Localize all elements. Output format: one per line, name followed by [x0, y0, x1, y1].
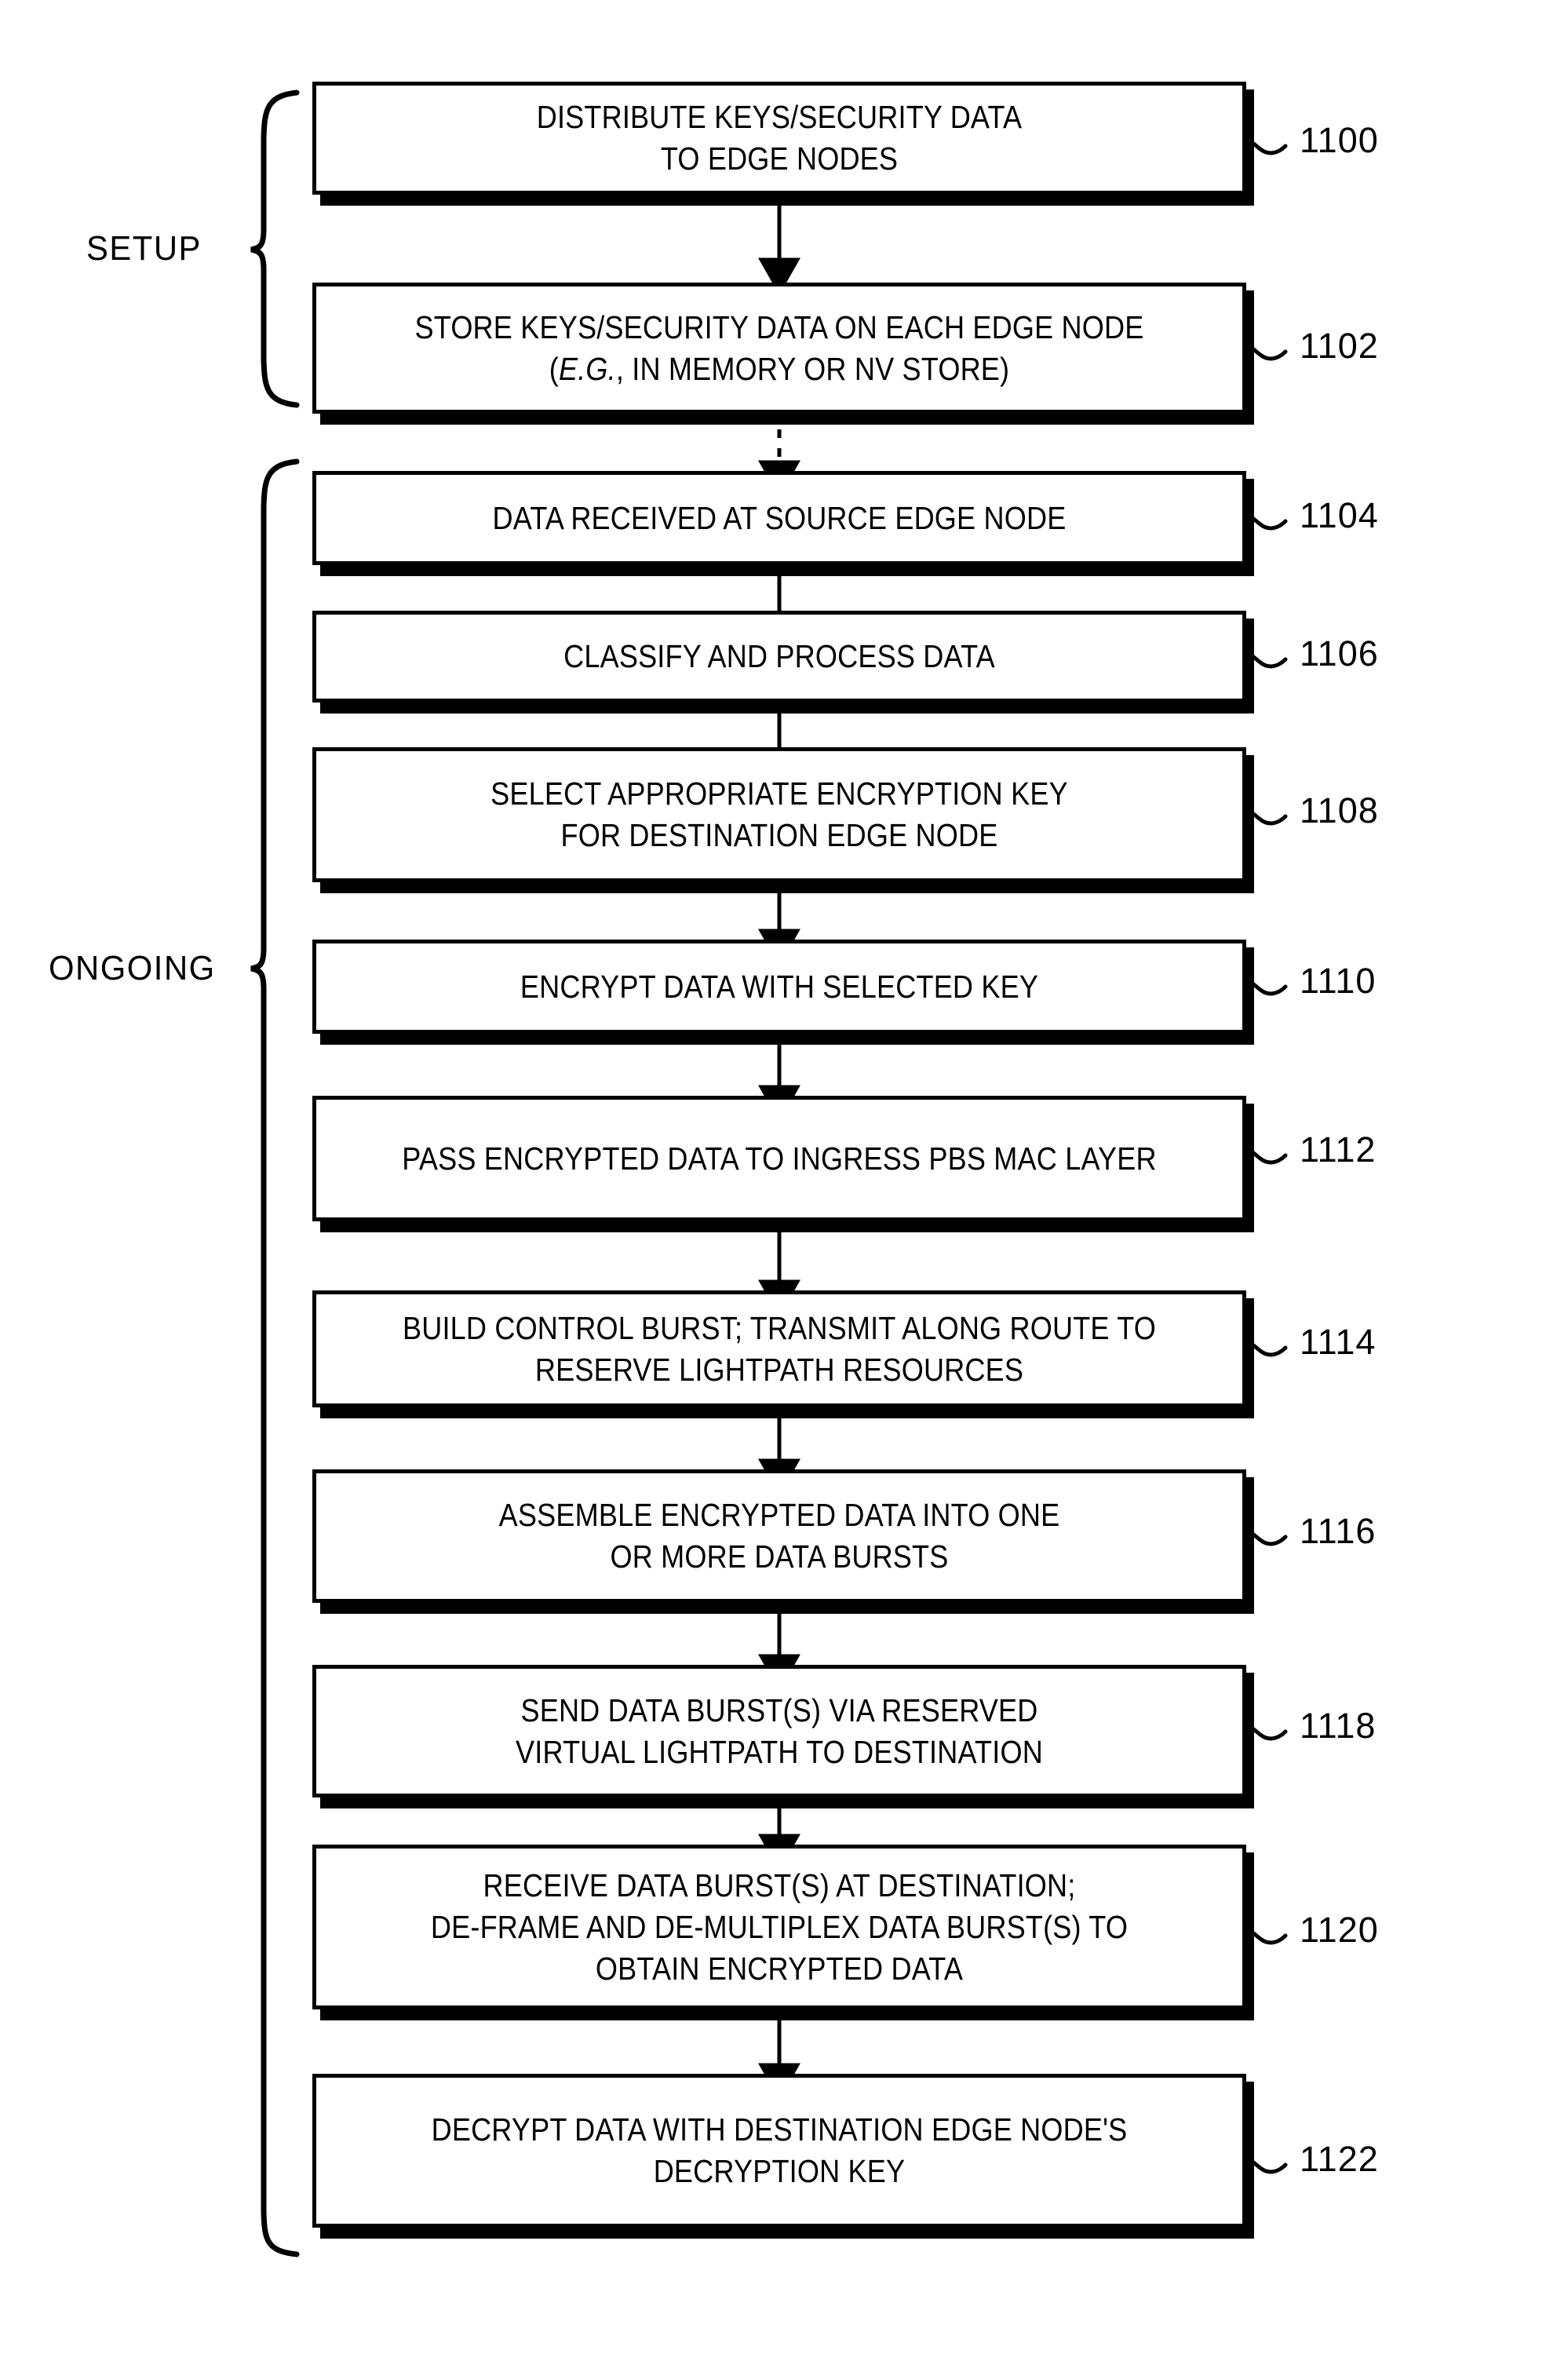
box-shadow [320, 703, 1254, 713]
ongoing-brace [250, 458, 300, 2257]
process-box-1122-text: DECRYPT DATA WITH DESTINATION EDGE NODE'… [368, 2074, 1190, 2228]
reference-numeral-1100: 1100 [1300, 120, 1379, 160]
process-box-1102-text: STORE KEYS/SECURITY DATA ON EACH EDGE NO… [368, 283, 1190, 414]
reference-numeral-1114: 1114 [1300, 1322, 1377, 1362]
process-box-1104-text: DATA RECEIVED AT SOURCE EDGE NODE [368, 471, 1190, 565]
box-line: TO EDGE NODES [660, 141, 899, 177]
group-label-ongoing: ONGOING [49, 949, 216, 987]
reference-numeral-1116: 1116 [1300, 1511, 1377, 1551]
process-box-1118-text: SEND DATA BURST(S) VIA RESERVED VIRTUAL … [368, 1665, 1190, 1797]
reference-numeral-1108: 1108 [1300, 790, 1379, 830]
box-shadow [320, 882, 1254, 893]
box-line: STORE KEYS/SECURITY DATA ON EACH EDGE NO… [414, 308, 1144, 345]
box-shadow [320, 2228, 1254, 2239]
box-line: DISTRIBUTE KEYS/SECURITY DATA [536, 99, 1023, 135]
box-line: RECEIVE DATA BURST(S) AT DESTINATION; [483, 1867, 1076, 1903]
box-shadow [320, 195, 1254, 206]
box-line-italic-eg: (E.G., IN MEMORY OR NV STORE) [549, 350, 1010, 387]
box-shadow [320, 1797, 1254, 1808]
reference-numeral-1112: 1112 [1300, 1130, 1377, 1170]
reference-numeral-1102: 1102 [1300, 326, 1379, 366]
setup-brace [250, 89, 300, 408]
box-line: ASSEMBLE ENCRYPTED DATA INTO ONE [498, 1497, 1060, 1533]
reference-numeral-1106: 1106 [1300, 633, 1379, 673]
box-line: OR MORE DATA BURSTS [610, 1538, 949, 1575]
figure-canvas: SETUP ONGOING DISTRIBUTE KEYS/SECURITY D… [0, 0, 1568, 2354]
process-box-1110-text: ENCRYPT DATA WITH SELECTED KEY [368, 940, 1190, 1034]
box-shadow [320, 565, 1254, 576]
box-line: DATA RECEIVED AT SOURCE EDGE NODE [492, 499, 1067, 536]
box-shadow [320, 1407, 1254, 1418]
box-line: BUILD CONTROL BURST; TRANSMIT ALONG ROUT… [402, 1309, 1157, 1346]
process-box-1108-text: SELECT APPROPRIATE ENCRYPTION KEY FOR DE… [368, 747, 1190, 882]
process-box-1116-text: ASSEMBLE ENCRYPTED DATA INTO ONE OR MORE… [368, 1469, 1190, 1603]
process-box-1100-text: DISTRIBUTE KEYS/SECURITY DATA TO EDGE NO… [368, 82, 1190, 195]
box-line: SELECT APPROPRIATE ENCRYPTION KEY [490, 776, 1068, 812]
reference-numeral-1120: 1120 [1300, 1910, 1379, 1950]
box-shadow [320, 414, 1254, 425]
process-box-1106-text: CLASSIFY AND PROCESS DATA [368, 611, 1190, 703]
reference-numeral-1104: 1104 [1300, 495, 1379, 535]
box-line: DECRYPT DATA WITH DESTINATION EDGE NODE'… [431, 2111, 1128, 2148]
box-line: VIRTUAL LIGHTPATH TO DESTINATION [516, 1733, 1043, 1770]
box-shadow [320, 1034, 1254, 1045]
process-box-1120-text: RECEIVE DATA BURST(S) AT DESTINATION; DE… [368, 1845, 1190, 2009]
box-line: DE-FRAME AND DE-MULTIPLEX DATA BURST(S) … [430, 1908, 1129, 1945]
box-line: PASS ENCRYPTED DATA TO INGRESS PBS MAC L… [402, 1140, 1157, 1177]
box-line: OBTAIN ENCRYPTED DATA [595, 1950, 964, 1987]
italic-eg: E.G. [558, 350, 616, 387]
box-line: SEND DATA BURST(S) VIA RESERVED [520, 1692, 1038, 1728]
reference-numeral-1110: 1110 [1300, 961, 1377, 1001]
group-label-setup: SETUP [86, 229, 202, 268]
box-line: ENCRYPT DATA WITH SELECTED KEY [520, 968, 1039, 1005]
box-line: CLASSIFY AND PROCESS DATA [563, 638, 995, 674]
box-line: RESERVE LIGHTPATH RESOURCES [534, 1351, 1024, 1388]
process-box-1114-text: BUILD CONTROL BURST; TRANSMIT ALONG ROUT… [368, 1290, 1190, 1407]
box-shadow [320, 1603, 1254, 1614]
box-shadow [320, 2009, 1254, 2020]
process-box-1112-text: PASS ENCRYPTED DATA TO INGRESS PBS MAC L… [368, 1096, 1190, 1221]
reference-numeral-1122: 1122 [1300, 2139, 1379, 2179]
reference-numeral-1118: 1118 [1300, 1706, 1377, 1746]
box-line: DECRYPTION KEY [653, 2153, 906, 2189]
box-shadow [320, 1221, 1254, 1232]
box-line: FOR DESTINATION EDGE NODE [560, 817, 998, 853]
